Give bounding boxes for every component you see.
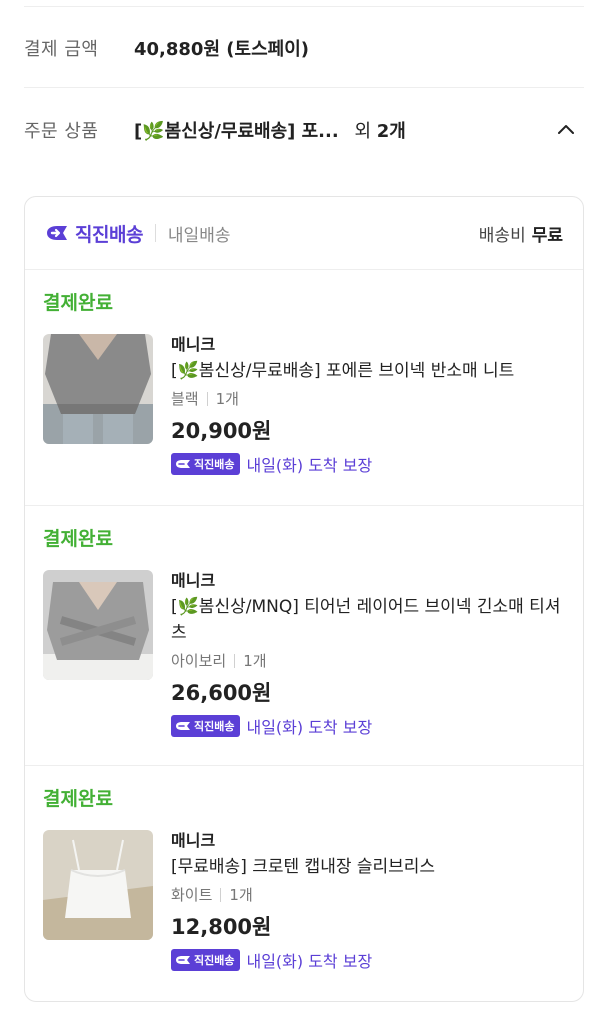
- top-divider: [24, 6, 584, 7]
- order-item: 결제완료 매니크 [🌿봄신상/무료배송] 포에른 브이넥 반소매 니트 블랙 1…: [25, 269, 583, 505]
- header-separator: [154, 224, 156, 242]
- product-thumbnail[interactable]: [43, 334, 153, 444]
- delivery-arrow-icon: [47, 226, 67, 240]
- product-thumbnail[interactable]: [43, 830, 153, 940]
- product-details: 매니크 [🌿봄신상/무료배송] 포에른 브이넥 반소매 니트 블랙 1개 20,…: [171, 334, 563, 476]
- product-price: 12,800원: [171, 915, 272, 939]
- row-divider: [24, 87, 584, 88]
- option-separator: [220, 888, 222, 902]
- product-brand: 매니크: [171, 571, 216, 590]
- product-options: 아이보리 1개: [171, 650, 563, 672]
- product-option: 화이트: [171, 886, 213, 904]
- badge-label: 직진배송: [194, 954, 235, 967]
- direct-delivery-badge: 직진배송: [171, 949, 241, 971]
- order-item: 결제완료 매니크 [무료배송] 크로텐 캡내장 슬리브리스 화이트 1개 12,…: [25, 765, 583, 1001]
- delivery-guarantee: 직진배송 내일(화) 도착 보장: [171, 452, 563, 476]
- product-quantity: 1개: [243, 652, 267, 670]
- product-details: 매니크 [무료배송] 크로텐 캡내장 슬리브리스 화이트 1개 12,800원 …: [171, 830, 563, 972]
- product-name[interactable]: [무료배송] 크로텐 캡내장 슬리브리스: [171, 854, 563, 880]
- shipping-fee: 배송비 무료: [479, 221, 563, 246]
- order-extra-prefix: 외: [354, 121, 371, 142]
- badge-label: 직진배송: [194, 720, 235, 733]
- product-quantity: 1개: [229, 886, 253, 904]
- product-option: 블랙: [171, 390, 199, 408]
- direct-delivery-badge: 직진배송: [171, 453, 241, 475]
- order-first-item-name: [🌿봄신상/무료배송] 포...: [134, 121, 339, 142]
- shipping-fee-value: 무료: [531, 225, 563, 246]
- order-item: 결제완료 매니크 [🌿봄신상/MNQ] 티어넌 레이어드 브이넥 긴소매 티셔츠…: [25, 505, 583, 765]
- order-row[interactable]: 주문 상품 [🌿봄신상/무료배송] 포... 외 2개: [24, 110, 584, 150]
- delivery-arrow-icon: [176, 722, 190, 730]
- product-options: 화이트 1개: [171, 884, 563, 906]
- delivery-guarantee: 직진배송 내일(화) 도착 보장: [171, 714, 563, 738]
- payment-label: 결제 금액: [24, 39, 99, 60]
- direct-delivery-brand: 직진배송: [43, 220, 143, 247]
- direct-delivery-label: 직진배송: [75, 223, 143, 246]
- shipment-card: 직진배송 내일배송 배송비 무료 결제완료 매니크 [🌿봄신상/무료배송] 포에른…: [24, 196, 584, 1002]
- shipment-header: 직진배송 내일배송 배송비 무료: [25, 197, 583, 269]
- delivery-type: 내일배송: [167, 225, 231, 246]
- order-label: 주문 상품: [24, 121, 99, 142]
- arrival-guarantee: 내일(화) 도착 보장: [246, 952, 373, 971]
- payment-value: 40,880원 (토스페이): [134, 39, 309, 60]
- product-name[interactable]: [🌿봄신상/무료배송] 포에른 브이넥 반소매 니트: [171, 358, 563, 384]
- delivery-arrow-icon: [176, 956, 190, 964]
- arrival-guarantee: 내일(화) 도착 보장: [246, 456, 373, 475]
- order-extra-number: 2개: [376, 121, 406, 142]
- product-price: 26,600원: [171, 681, 272, 705]
- product-brand: 매니크: [171, 335, 216, 354]
- option-separator: [206, 392, 208, 406]
- order-summary: [🌿봄신상/무료배송] 포... 외 2개: [134, 117, 406, 143]
- option-separator: [234, 654, 236, 668]
- delivery-guarantee: 직진배송 내일(화) 도착 보장: [171, 948, 563, 972]
- product-details: 매니크 [🌿봄신상/MNQ] 티어넌 레이어드 브이넥 긴소매 티셔츠 아이보리…: [171, 570, 563, 738]
- product-options: 블랙 1개: [171, 388, 563, 410]
- payment-status: 결제완료: [43, 788, 113, 810]
- product-price: 20,900원: [171, 419, 272, 443]
- badge-label: 직진배송: [194, 458, 235, 471]
- product-name[interactable]: [🌿봄신상/MNQ] 티어넌 레이어드 브이넥 긴소매 티셔츠: [171, 594, 563, 646]
- payment-row: 결제 금액 40,880원 (토스페이): [24, 28, 584, 68]
- product-quantity: 1개: [215, 390, 239, 408]
- chevron-up-icon[interactable]: [554, 118, 578, 142]
- product-brand: 매니크: [171, 831, 216, 850]
- direct-delivery-badge: 직진배송: [171, 715, 241, 737]
- product-option: 아이보리: [171, 652, 227, 670]
- order-extra-count: 외 2개: [354, 121, 405, 142]
- payment-status: 결제완료: [43, 528, 113, 550]
- product-thumbnail[interactable]: [43, 570, 153, 680]
- delivery-arrow-icon: [176, 460, 190, 468]
- payment-status: 결제완료: [43, 292, 113, 314]
- arrival-guarantee: 내일(화) 도착 보장: [246, 718, 373, 737]
- shipping-fee-label: 배송비: [478, 225, 526, 246]
